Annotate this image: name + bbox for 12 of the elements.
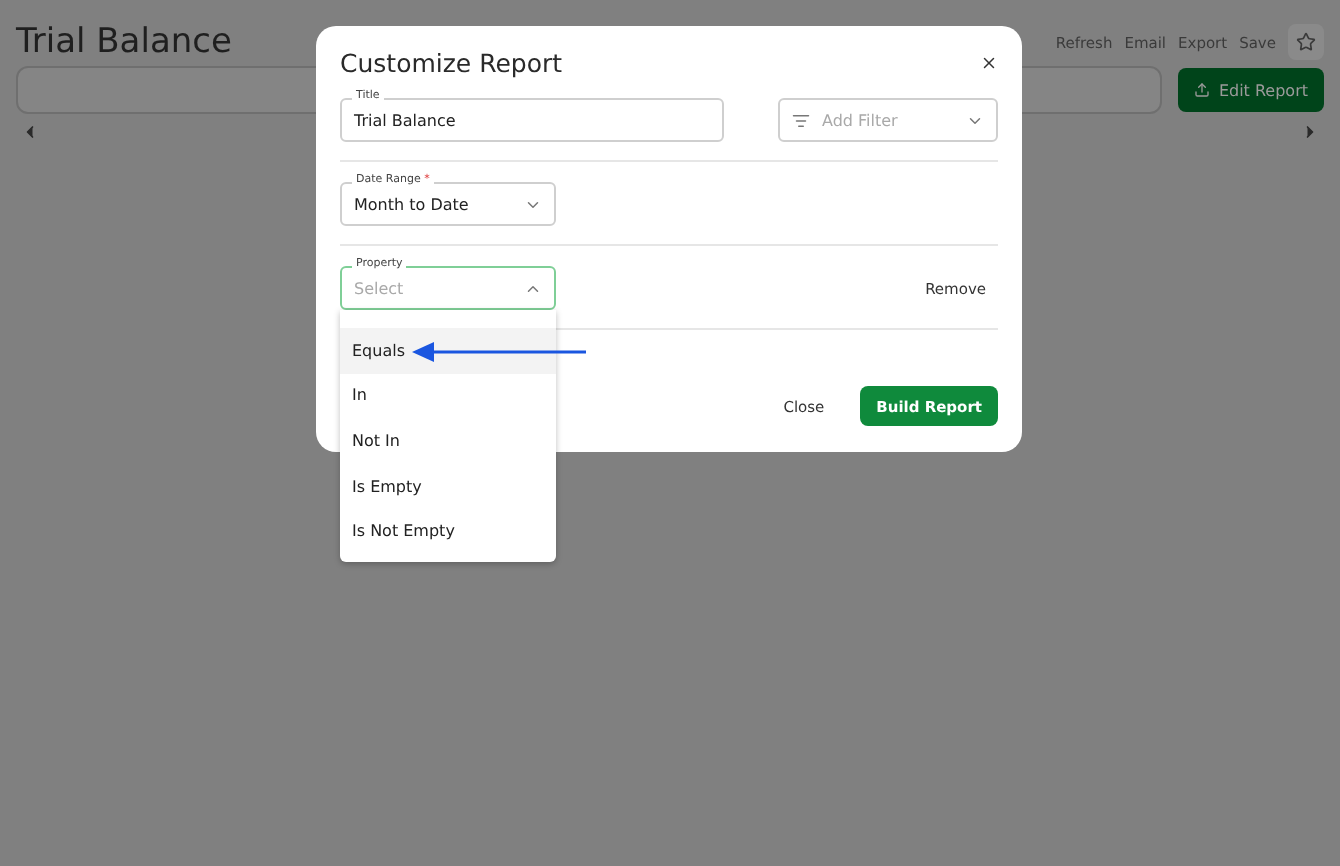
close-icon[interactable]	[980, 53, 998, 71]
menu-option[interactable]: In	[340, 373, 556, 419]
menu-option[interactable]: Not In	[340, 418, 556, 464]
menu-option[interactable]: Equals	[340, 328, 556, 374]
filter-icon	[792, 111, 810, 129]
edit-report-button[interactable]: Edit Report	[1178, 68, 1324, 112]
menu-option[interactable]: Is Empty	[340, 463, 556, 509]
dialog-title: Customize Report	[340, 47, 563, 77]
title-input[interactable]: Trial Balance	[340, 98, 724, 142]
upload-icon	[1194, 82, 1211, 98]
page-title: Trial Balance	[16, 22, 234, 62]
menu-option[interactable]: Is Not Empty	[340, 508, 556, 554]
